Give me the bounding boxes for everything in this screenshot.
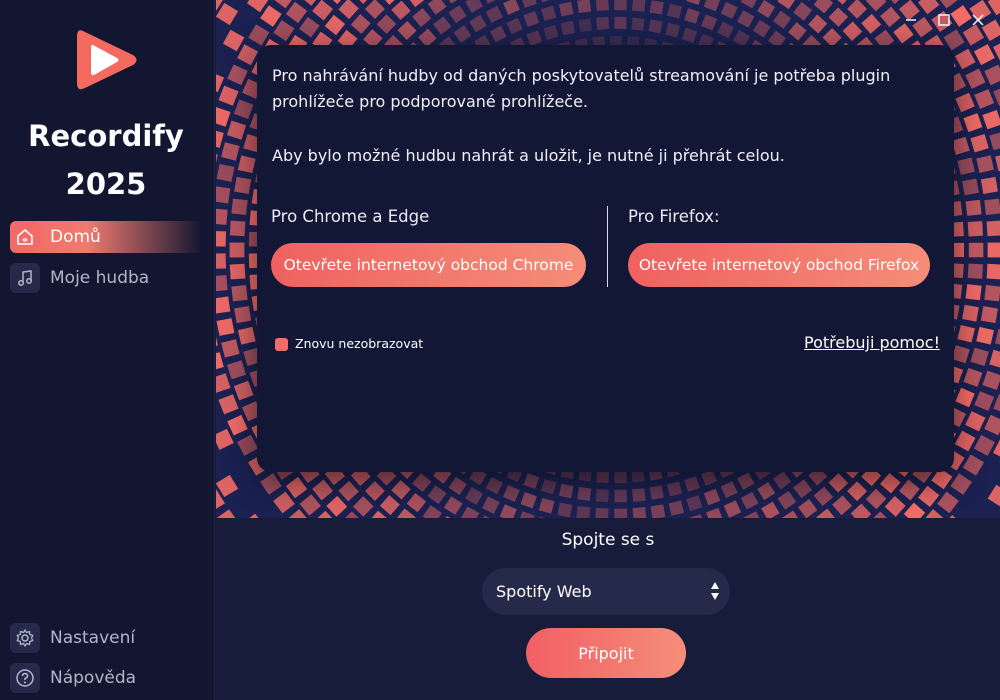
gear-icon (10, 623, 40, 653)
sidebar-item-label: Nápověda (50, 668, 137, 688)
maximize-button[interactable] (933, 10, 955, 30)
sidebar-item-label: Nastavení (50, 628, 136, 648)
sidebar-item-label: Moje hudba (50, 268, 150, 288)
close-icon (972, 14, 984, 26)
connect-button[interactable]: Připojit (526, 628, 686, 678)
app-logo-icon (77, 30, 137, 90)
app-year: 2025 (65, 167, 147, 201)
plugin-dialog: Pro nahrávání hudby od daných poskytovat… (257, 45, 954, 472)
select-arrows-icon (711, 582, 719, 600)
app-name: Recordify (28, 119, 184, 153)
connect-label: Spojte se s (561, 530, 655, 550)
help-circle-icon (10, 663, 40, 693)
service-select-value: Spotify Web (496, 582, 592, 601)
dialog-message-plugin: Pro nahrávání hudby od daných poskytovat… (272, 66, 891, 111)
open-firefox-store-button[interactable]: Otevřete internetový obchod Firefox (628, 243, 930, 287)
maximize-icon (938, 14, 950, 26)
chrome-section-title: Pro Chrome a Edge (271, 207, 430, 226)
sidebar-item-home[interactable]: Domů (10, 221, 202, 253)
sidebar: Recordify 2025 Domů Moje hudba Nastavení… (0, 0, 215, 700)
open-chrome-store-button[interactable]: Otevřete internetový obchod Chrome (271, 243, 586, 287)
minimize-button[interactable] (900, 10, 922, 30)
need-help-link[interactable]: Potřebuji pomoc! (804, 333, 940, 352)
sidebar-item-my-music[interactable]: Moje hudba (10, 262, 202, 294)
dont-show-again-checkbox[interactable] (275, 338, 288, 351)
music-note-icon (10, 263, 40, 293)
sidebar-item-settings[interactable]: Nastavení (10, 622, 202, 654)
sidebar-item-label: Domů (50, 227, 101, 247)
minimize-icon (906, 19, 916, 21)
sidebar-item-help[interactable]: Nápověda (10, 662, 202, 694)
service-select[interactable]: Spotify Web (482, 568, 730, 615)
firefox-section-title: Pro Firefox: (628, 207, 720, 226)
dont-show-again-label: Znovu nezobrazovat (295, 336, 424, 351)
app-title: Recordify 2025 (0, 112, 212, 208)
column-divider (607, 206, 608, 287)
dialog-message-play-full: Aby bylo možné hudbu nahrát a uložit, je… (272, 146, 785, 165)
close-button[interactable] (967, 10, 989, 30)
home-icon (10, 222, 40, 252)
